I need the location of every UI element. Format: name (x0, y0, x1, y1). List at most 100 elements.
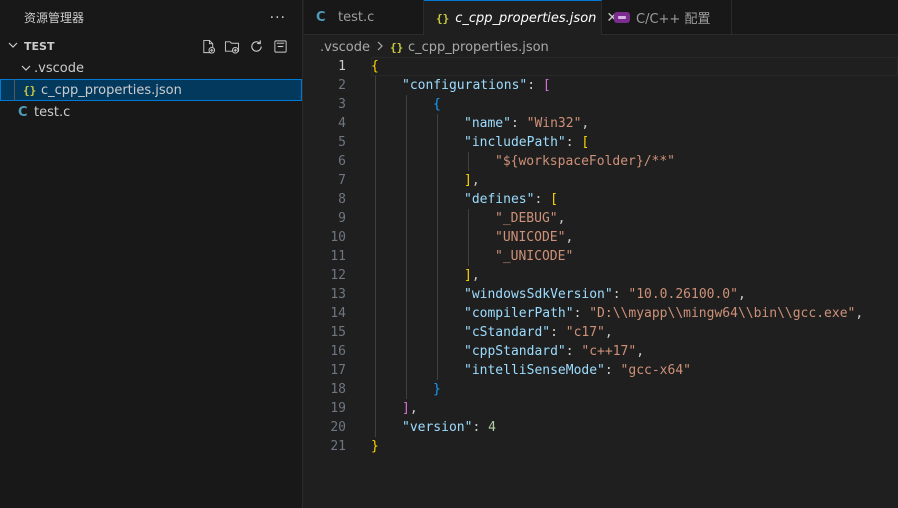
tab-c-cpp-properties[interactable]: {} c_cpp_properties.json ✕ (424, 0, 618, 35)
code-line[interactable]: 11 "_UNICODE" (304, 247, 898, 266)
line-number: 14 (330, 306, 346, 321)
code-line[interactable]: 8 "defines": [ (304, 190, 898, 209)
code-token: "D:\\myapp\\mingw64\\bin\\gcc.exe" (589, 306, 856, 321)
code-line[interactable]: 9 "_DEBUG", (304, 209, 898, 228)
code-token: "windowsSdkVersion" (464, 287, 613, 302)
code-token: : (565, 135, 582, 150)
explorer-sidebar: 资源管理器 ··· TEST .vscode {} c_cpp_properti… (0, 0, 303, 508)
code-line[interactable]: 4 "name": "Win32", (304, 114, 898, 133)
code-token: , (471, 173, 480, 188)
indent-guide (406, 133, 407, 152)
new-folder-icon[interactable] (223, 37, 241, 55)
code-line[interactable]: 17 "intelliSenseMode": "gcc-x64" (304, 361, 898, 380)
indent-guide (406, 209, 407, 228)
code-line[interactable]: 20 "version": 4 (304, 418, 898, 437)
code-token: ] (464, 268, 472, 283)
indent-guide (406, 323, 407, 342)
chevron-right-icon (376, 41, 384, 54)
code-line[interactable]: 3{ (304, 95, 898, 114)
code-line[interactable]: 5 "includePath": [ (304, 133, 898, 152)
tab-test-c[interactable]: C test.c (304, 0, 424, 35)
code-token: "c++17" (581, 344, 637, 359)
indent-guide (375, 133, 376, 152)
breadcrumb-file[interactable]: c_cpp_properties.json (408, 40, 549, 55)
code-text: ], (464, 171, 480, 190)
breadcrumb-folder[interactable]: .vscode (320, 40, 370, 55)
code-line[interactable]: 15 "cStandard": "c17", (304, 323, 898, 342)
indent-guide (437, 361, 438, 380)
json-file-icon: {} (23, 83, 37, 97)
code-token: , (855, 306, 864, 321)
indent-guide (406, 380, 407, 399)
indent-guide (406, 152, 407, 171)
code-line[interactable]: 12], (304, 266, 898, 285)
code-line[interactable]: 21} (304, 437, 898, 456)
indent-guide (375, 228, 376, 247)
indent-guide (437, 190, 438, 209)
tree-file-c-cpp-properties[interactable]: {} c_cpp_properties.json (0, 79, 302, 101)
line-number: 12 (330, 268, 346, 283)
indent-guide (437, 209, 438, 228)
indent-guide (375, 323, 376, 342)
code-token: , (604, 325, 613, 340)
code-line[interactable]: 6 "${workspaceFolder}/**" (304, 152, 898, 171)
chevron-down-icon[interactable] (8, 40, 22, 53)
code-line[interactable]: 16 "cppStandard": "c++17", (304, 342, 898, 361)
indent-guide (437, 133, 438, 152)
code-line[interactable]: 1{ (304, 57, 898, 76)
indent-guide (468, 209, 469, 228)
code-line[interactable]: 14 "compilerPath": "D:\\myapp\\mingw64\\b… (304, 304, 898, 323)
indent-guide (406, 95, 407, 114)
indent-guide (468, 247, 469, 266)
new-file-icon[interactable] (199, 37, 217, 55)
code-line[interactable]: 7], (304, 171, 898, 190)
indent-guide (406, 361, 407, 380)
indent-guide (437, 171, 438, 190)
indent-guide (375, 266, 376, 285)
tree-file-test-c[interactable]: C test.c (0, 101, 302, 123)
indent-guide (468, 152, 469, 171)
code-text: "_DEBUG", (495, 209, 565, 228)
refresh-icon[interactable] (247, 37, 265, 55)
line-number: 10 (330, 230, 346, 245)
tab-label: C/C++ 配置 (636, 12, 711, 27)
code-line[interactable]: 10 "UNICODE", (304, 228, 898, 247)
indent-guide (437, 247, 438, 266)
code-token: "includePath" (464, 135, 566, 150)
indent-guide (375, 171, 376, 190)
line-number: 2 (338, 78, 346, 93)
indent-guide (375, 152, 376, 171)
indent-guide (437, 304, 438, 323)
code-token: "Win32" (526, 116, 582, 131)
indent-guide (437, 285, 438, 304)
tree-folder-vscode[interactable]: .vscode (0, 57, 302, 79)
code-line[interactable]: 18} (304, 380, 898, 399)
file-label: test.c (34, 104, 71, 120)
indent-guide (468, 228, 469, 247)
tab-label: c_cpp_properties.json (455, 10, 597, 26)
indent-guide (375, 361, 376, 380)
json-file-icon: {} (389, 40, 404, 54)
code-text: "configurations": [ (402, 76, 551, 95)
code-token: , (565, 230, 574, 245)
code-text: "${workspaceFolder}/**" (495, 152, 675, 171)
indent-guide (375, 190, 376, 209)
code-line[interactable]: 13 "windowsSdkVersion": "10.0.26100.0", (304, 285, 898, 304)
code-token: : (534, 192, 551, 207)
code-text: "UNICODE", (495, 228, 573, 247)
code-line[interactable]: 19], (304, 399, 898, 418)
code-token: "configurations" (402, 78, 528, 93)
line-number: 11 (330, 249, 346, 264)
line-number: 1 (338, 59, 346, 74)
line-number: 15 (330, 325, 346, 340)
code-token: : (550, 325, 566, 340)
code-token: [ (581, 135, 590, 150)
breadcrumb: .vscode {} c_cpp_properties.json (304, 36, 898, 58)
more-actions-icon[interactable]: ··· (270, 10, 286, 26)
line-number: 3 (338, 97, 346, 112)
workspace-section-header[interactable]: TEST (0, 35, 302, 57)
code-editor[interactable]: 1{ 2 "configurations": [3{4 "name": "Win32"… (304, 57, 898, 508)
collapse-all-icon[interactable] (271, 37, 289, 55)
tab-cpp-config[interactable]: C/C++ 配置 (602, 0, 732, 35)
code-line[interactable]: 2 "configurations": [ (304, 76, 898, 95)
